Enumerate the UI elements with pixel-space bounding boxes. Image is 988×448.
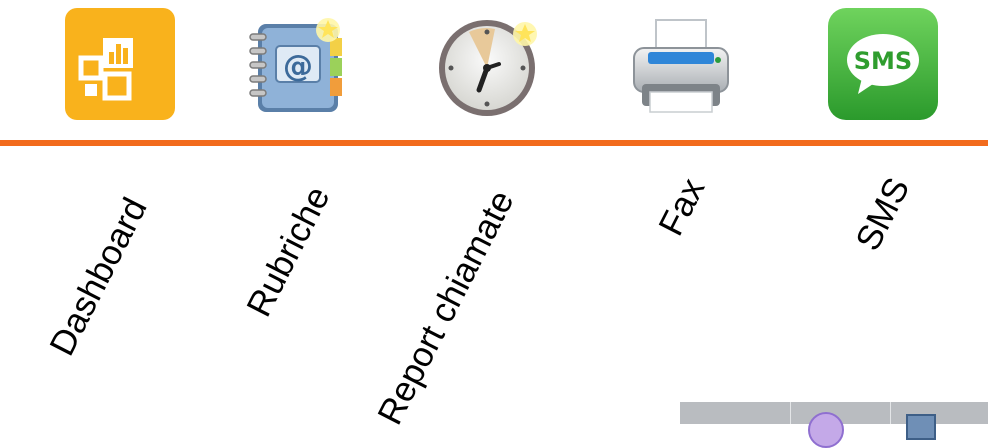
nav-label-dashboard[interactable]: Dashboard (42, 192, 154, 362)
nav-item-sms[interactable]: SMS (828, 8, 938, 120)
nav-item-report-chiamate[interactable] (433, 8, 543, 120)
sms-icon-text: SMS (854, 47, 912, 75)
nav-divider (0, 140, 988, 146)
sms-icon: SMS (828, 8, 938, 120)
dashboard-icon (65, 8, 175, 120)
partial-window-icon (906, 414, 936, 440)
nav-item-dashboard[interactable] (65, 8, 175, 120)
nav-label-report-chiamate[interactable]: Report chiamate (370, 184, 521, 431)
svg-text:@: @ (283, 49, 313, 84)
nav-label-sms[interactable]: SMS (848, 172, 917, 257)
printer-icon (633, 19, 729, 113)
clock-icon (439, 20, 537, 116)
nav-label-rubriche[interactable]: Rubriche (239, 180, 337, 323)
nav-label-fax[interactable]: Fax (651, 172, 712, 242)
nav-item-rubriche[interactable]: @ (240, 8, 350, 120)
address-book-icon: @ (249, 18, 342, 112)
partial-circle-icon (808, 412, 844, 448)
nav-item-fax[interactable] (626, 8, 736, 120)
